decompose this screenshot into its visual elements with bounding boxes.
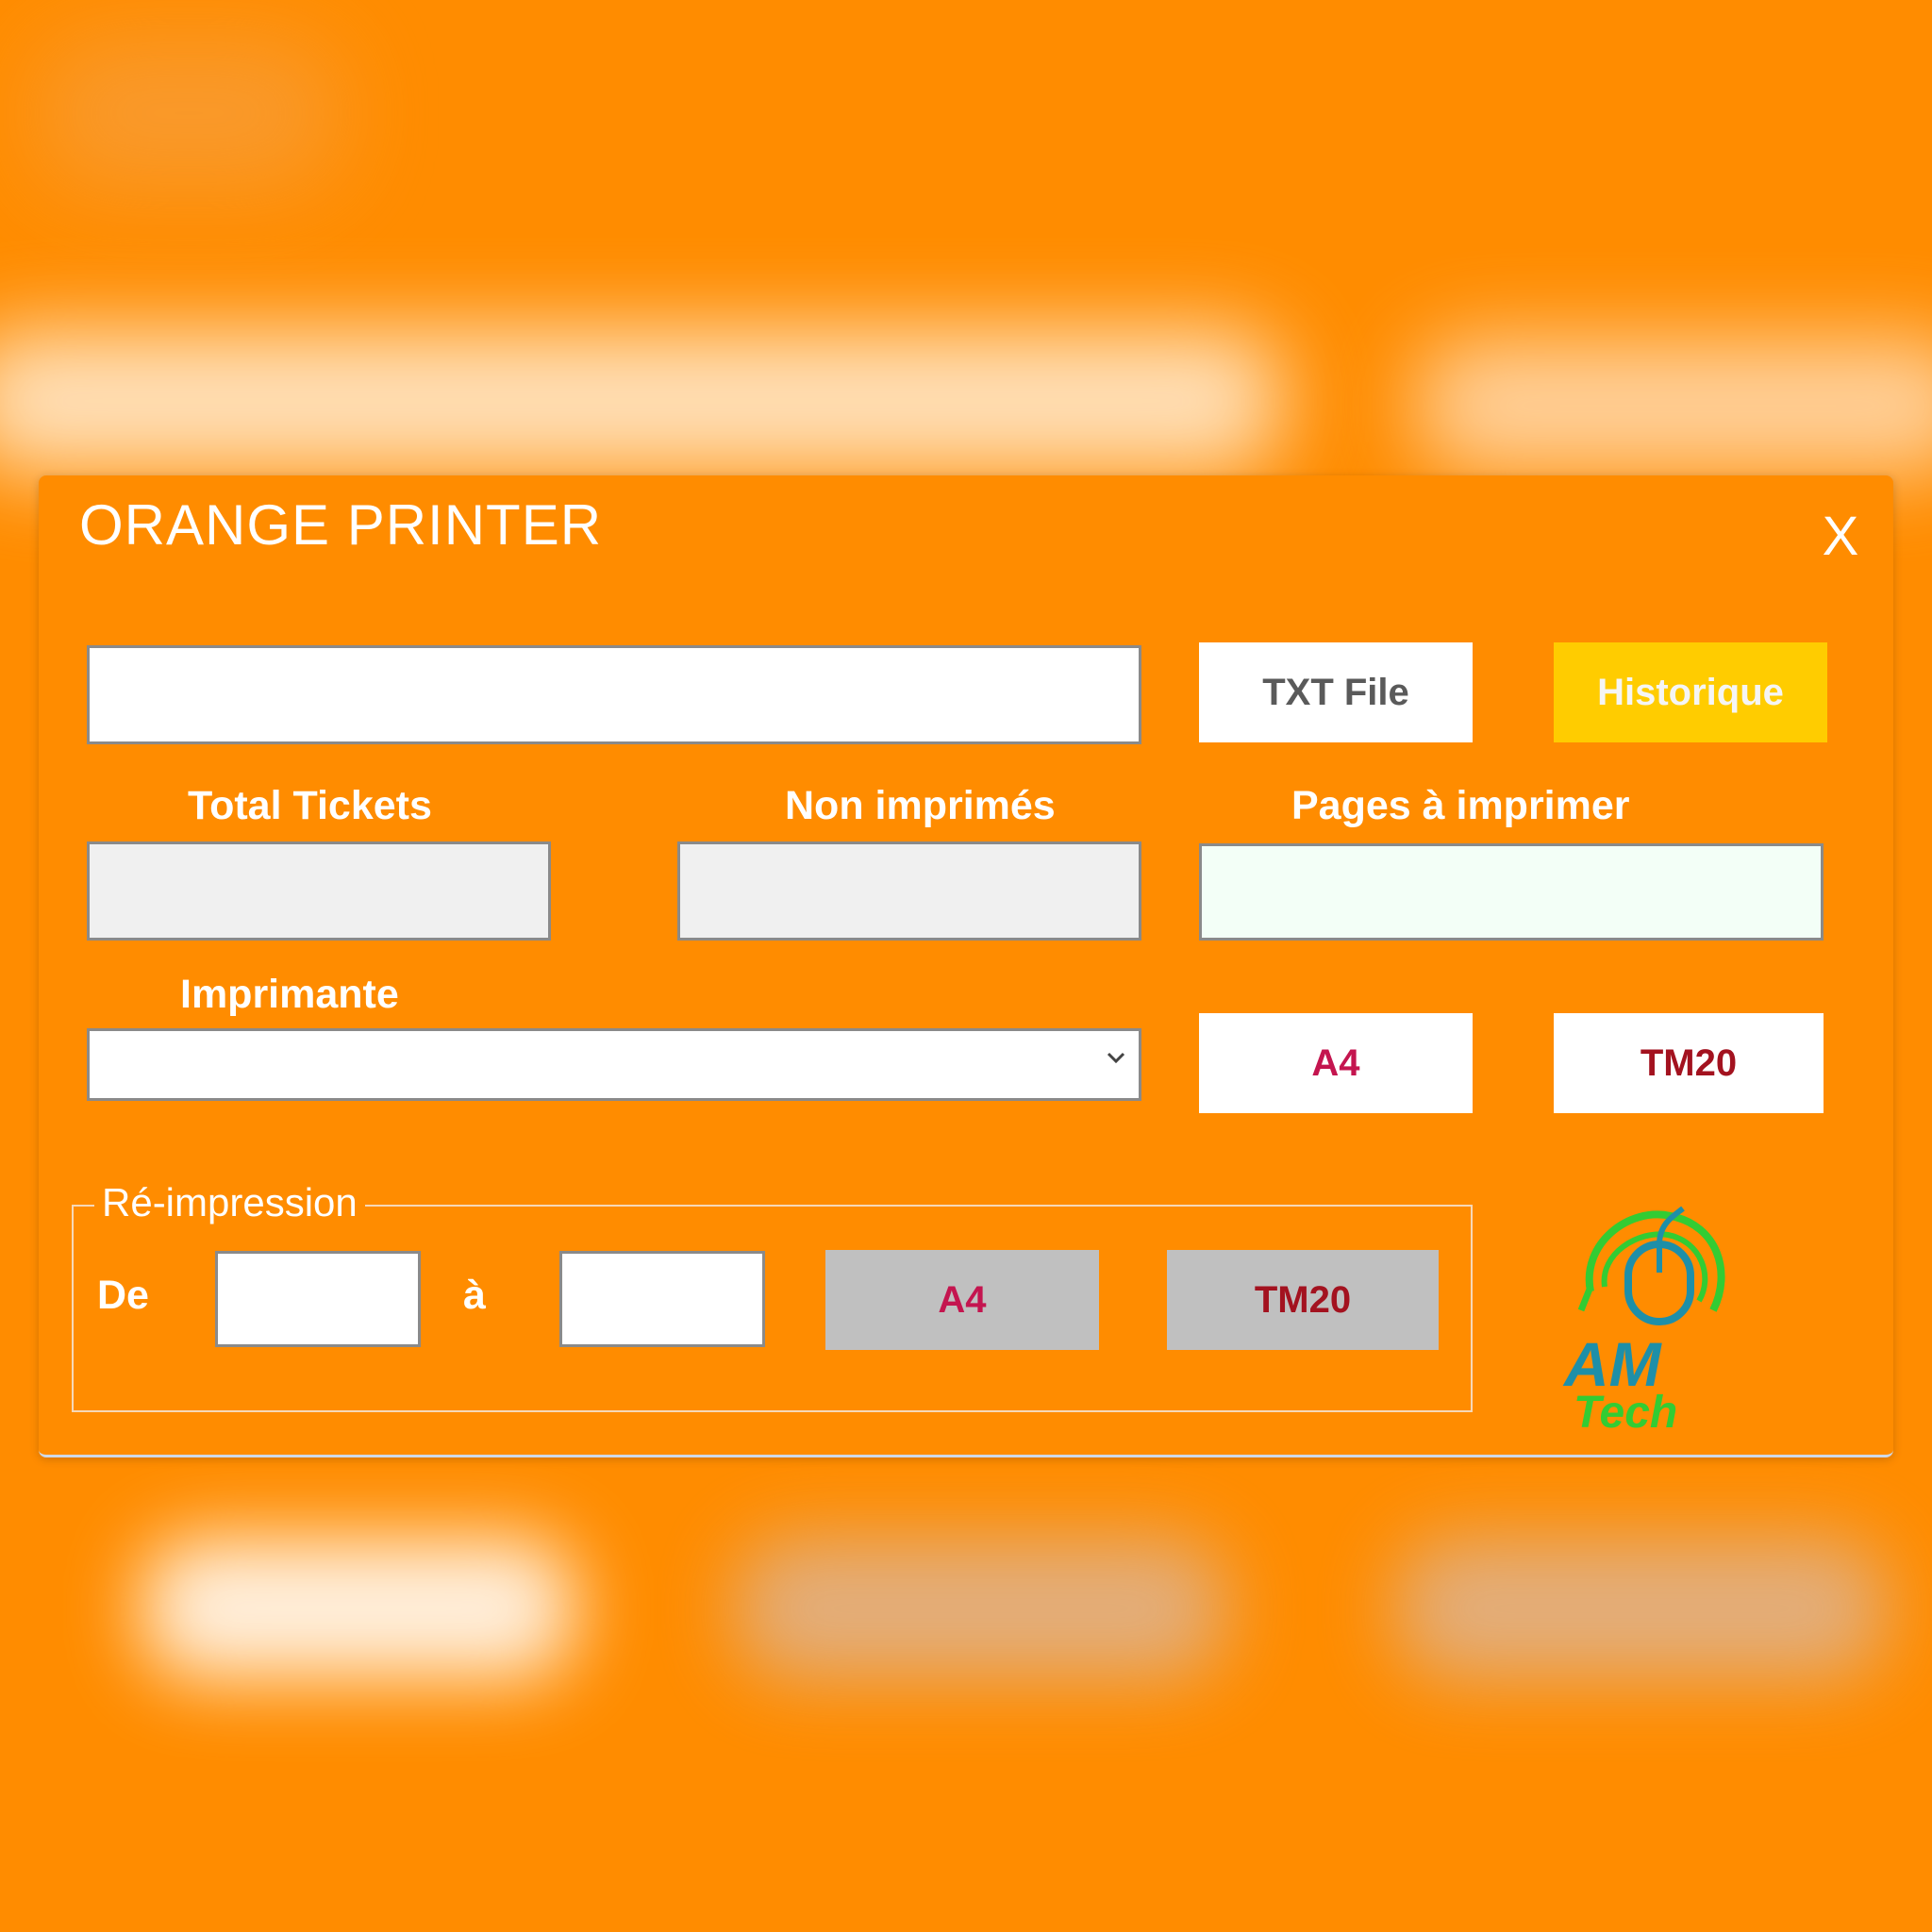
non-imprimes-field xyxy=(677,841,1141,941)
close-button[interactable]: X xyxy=(1812,504,1869,570)
total-tickets-label: Total Tickets xyxy=(188,783,432,828)
imprimante-label: Imprimante xyxy=(180,972,399,1017)
chevron-down-icon xyxy=(1107,1052,1125,1064)
logo-text-tech: Tech xyxy=(1574,1388,1677,1433)
to-page-input[interactable] xyxy=(559,1251,765,1347)
pages-a-imprimer-field[interactable] xyxy=(1199,843,1824,941)
reprint-groupbox: Ré-impression De à A4 TM20 xyxy=(72,1180,1473,1412)
print-tm20-button[interactable]: TM20 xyxy=(1554,1013,1824,1113)
window-title: ORANGE PRINTER xyxy=(79,493,603,557)
logo-mouse-icon: AM Tech xyxy=(1562,1206,1725,1438)
to-label: à xyxy=(463,1273,486,1318)
am-tech-logo: AM Tech xyxy=(1562,1197,1751,1438)
reprint-tm20-button[interactable]: TM20 xyxy=(1167,1250,1439,1350)
pages-a-imprimer-label: Pages à imprimer xyxy=(1291,783,1630,828)
non-imprimes-label: Non imprimés xyxy=(785,783,1056,828)
historique-button[interactable]: Historique xyxy=(1554,642,1827,742)
orange-printer-dialog: ORANGE PRINTER X TXT File Historique Tot… xyxy=(39,475,1893,1457)
from-page-input[interactable] xyxy=(215,1251,421,1347)
from-label: De xyxy=(97,1273,149,1318)
printer-select[interactable] xyxy=(87,1028,1141,1101)
file-path-input[interactable] xyxy=(87,645,1141,744)
reprint-legend: Ré-impression xyxy=(94,1180,365,1225)
total-tickets-field xyxy=(87,841,551,941)
print-a4-button[interactable]: A4 xyxy=(1199,1013,1473,1113)
reprint-a4-button[interactable]: A4 xyxy=(825,1250,1099,1350)
txt-file-button[interactable]: TXT File xyxy=(1199,642,1473,742)
